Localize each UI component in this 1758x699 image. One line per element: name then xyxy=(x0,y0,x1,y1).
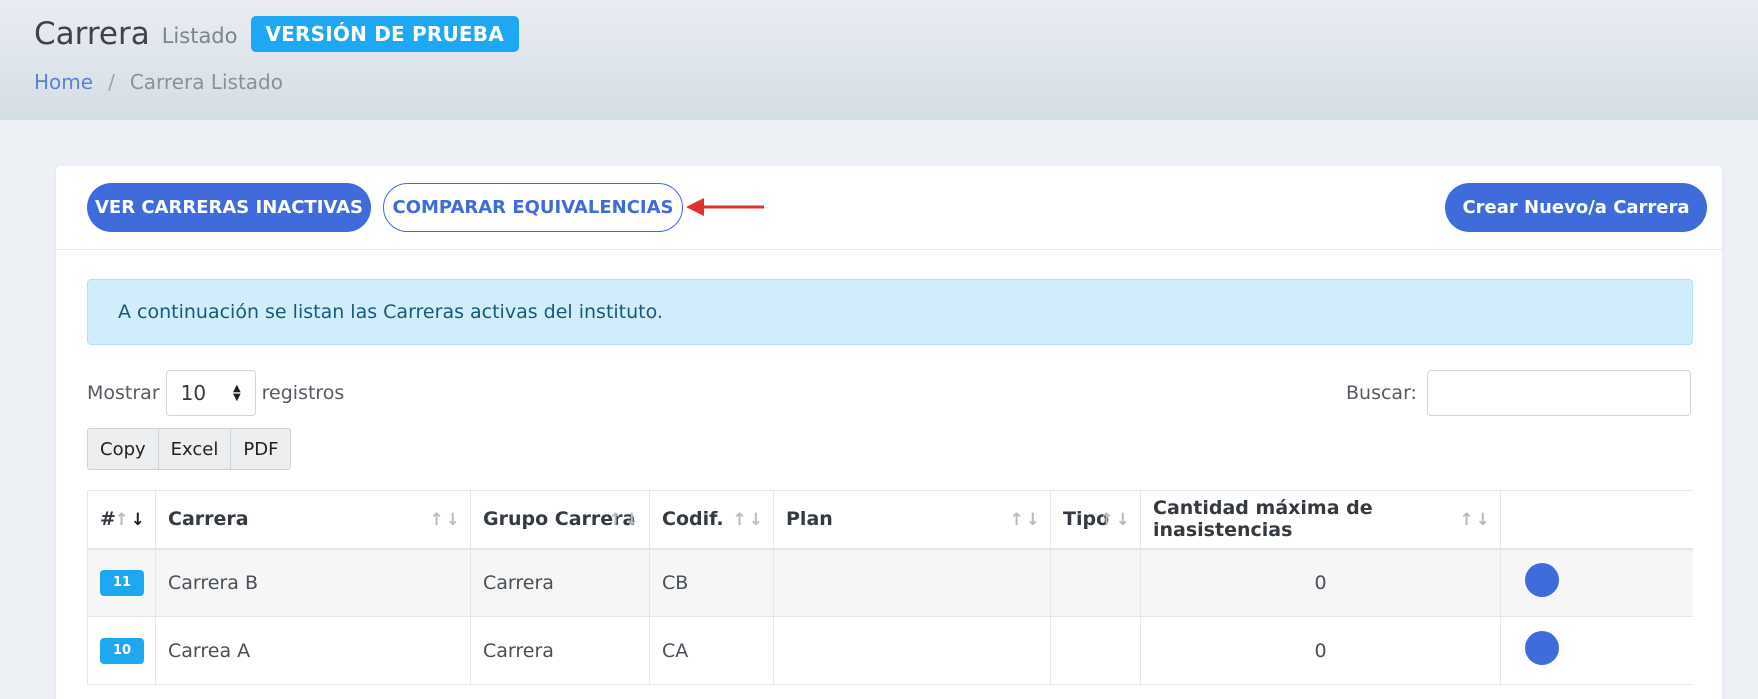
column-header-actions xyxy=(1500,490,1693,550)
cell-carrera: Carrea A xyxy=(155,616,471,685)
cell-codif: CA xyxy=(649,616,774,685)
cell-grupo: Carrera xyxy=(470,548,650,617)
cell-carrera: Carrera B xyxy=(155,548,471,617)
view-inactive-careers-button[interactable]: VER CARRERAS INACTIVAS xyxy=(87,183,371,232)
info-alert: A continuación se listan las Carreras ac… xyxy=(87,279,1693,345)
row-action-icon[interactable] xyxy=(1525,631,1559,665)
cell-plan xyxy=(773,616,1051,685)
copy-button[interactable]: Copy xyxy=(88,429,159,469)
excel-button[interactable]: Excel xyxy=(159,429,232,469)
info-alert-text: A continuación se listan las Carreras ac… xyxy=(118,301,663,323)
column-header-tipo[interactable]: Tipo ↑↓ xyxy=(1050,490,1141,550)
column-header-codif[interactable]: Codif. ↑↓ xyxy=(649,490,774,550)
records-label: registros xyxy=(261,382,345,404)
cell-actions xyxy=(1500,616,1693,685)
page-title-group: Carrera Listado VERSIÓN DE PRUEBA xyxy=(34,16,519,52)
sort-arrows-icon: ↑↓ xyxy=(1009,510,1042,530)
red-arrow-icon xyxy=(686,198,764,216)
cell-tipo xyxy=(1050,616,1141,685)
row-action-icon[interactable] xyxy=(1525,563,1559,598)
breadcrumb: Home / Carrera Listado xyxy=(34,70,283,94)
page-header: Carrera Listado VERSIÓN DE PRUEBA Home /… xyxy=(0,0,1758,120)
breadcrumb-home-link[interactable]: Home xyxy=(34,70,93,94)
career-table: # ↑↓ Carrera ↑↓ Grupo Carrera ↑↓ Codif. ↑↓ P… xyxy=(87,490,1693,685)
career-list-card: VER CARRERAS INACTIVAS COMPARAR EQUIVALE… xyxy=(56,166,1722,699)
page-length-control: Mostrar 10 ▲ ▼ registros xyxy=(87,370,344,416)
trial-version-badge: VERSIÓN DE PRUEBA xyxy=(250,16,519,52)
export-button-group: Copy Excel PDF xyxy=(87,428,292,470)
search-input[interactable] xyxy=(1426,370,1691,416)
column-header-carrera[interactable]: Carrera ↑↓ xyxy=(155,490,471,550)
cell-max-absences: 0 xyxy=(1140,616,1501,685)
page-title: Carrera xyxy=(34,16,150,52)
cell-actions xyxy=(1500,548,1693,617)
search-label: Buscar: xyxy=(1346,382,1417,404)
page-length-select[interactable]: 10 ▲ ▼ xyxy=(165,370,256,416)
pdf-button[interactable]: PDF xyxy=(231,429,290,469)
sort-arrows-icon: ↑↓ xyxy=(1099,510,1132,530)
column-header-max-absences[interactable]: Cantidad máxima de inasistencias ↑↓ xyxy=(1140,490,1501,550)
table-row: 10 Carrea A Carrera CA 0 xyxy=(87,616,1693,685)
id-badge: 11 xyxy=(100,570,144,597)
cell-codif: CB xyxy=(649,548,774,617)
up-down-caret-icon: ▲ ▼ xyxy=(232,383,241,403)
cell-max-absences: 0 xyxy=(1140,548,1501,617)
column-header-plan[interactable]: Plan ↑↓ xyxy=(773,490,1051,550)
search-control: Buscar: xyxy=(1346,370,1691,416)
card-toolbar: VER CARRERAS INACTIVAS COMPARAR EQUIVALE… xyxy=(56,166,1722,250)
column-header-grupo-carrera[interactable]: Grupo Carrera ↑↓ xyxy=(470,490,650,550)
show-label: Mostrar xyxy=(87,382,160,404)
page-length-value: 10 xyxy=(180,381,207,405)
sort-arrows-icon: ↑↓ xyxy=(114,510,147,530)
cell-grupo: Carrera xyxy=(470,616,650,685)
cell-plan xyxy=(773,548,1051,617)
compare-equivalences-button[interactable]: COMPARAR EQUIVALENCIAS xyxy=(383,183,683,232)
cell-id: 11 xyxy=(87,548,156,617)
career-table-container: # ↑↓ Carrera ↑↓ Grupo Carrera ↑↓ Codif. ↑↓ P… xyxy=(87,490,1693,699)
sort-arrows-icon: ↑↓ xyxy=(1459,510,1492,530)
column-header-id[interactable]: # ↑↓ xyxy=(87,490,156,550)
table-header-row: # ↑↓ Carrera ↑↓ Grupo Carrera ↑↓ Codif. ↑↓ P… xyxy=(87,490,1693,550)
cell-id: 10 xyxy=(87,616,156,685)
breadcrumb-separator: / xyxy=(108,70,115,94)
create-career-button[interactable]: Crear Nuevo/a Carrera xyxy=(1445,183,1707,232)
breadcrumb-current: Carrera Listado xyxy=(129,70,283,94)
page-subtitle: Listado xyxy=(161,24,238,48)
sort-arrows-icon: ↑↓ xyxy=(429,510,462,530)
table-row: 11 Carrera B Carrera CB 0 xyxy=(87,548,1693,617)
id-badge: 10 xyxy=(100,638,144,664)
sort-arrows-icon: ↑↓ xyxy=(732,510,765,530)
sort-arrows-icon: ↑↓ xyxy=(608,510,641,530)
cell-tipo xyxy=(1050,548,1141,617)
